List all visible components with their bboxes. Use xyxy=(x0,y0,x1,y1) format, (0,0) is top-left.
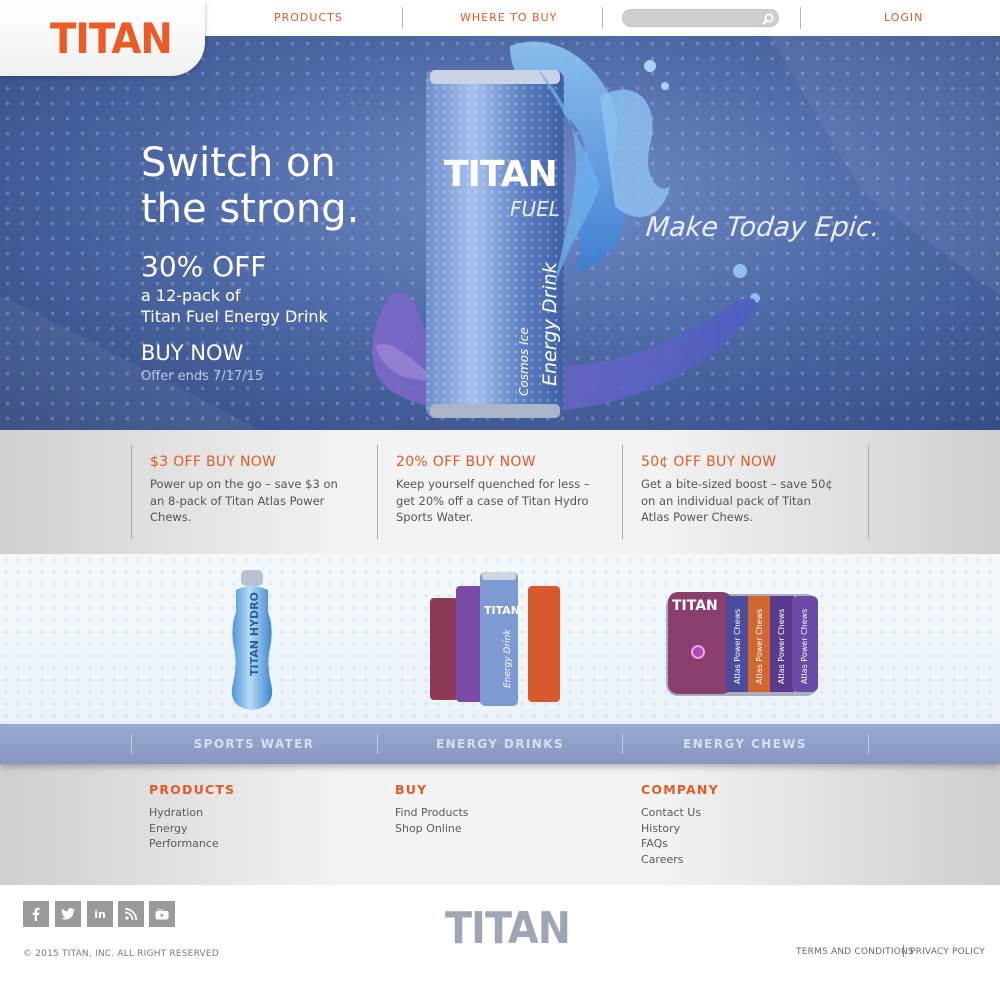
nav-divider xyxy=(402,7,403,29)
privacy-link[interactable]: PRIVACY POLICY xyxy=(910,947,985,957)
copyright-text: © 2015 TITAN, INC. ALL RIGHT RESERVED xyxy=(23,949,219,959)
footer-titan-logo[interactable]: TITAN xyxy=(445,903,571,954)
footer-link-performance[interactable]: Performance xyxy=(149,836,235,852)
promo-title[interactable]: 50¢ OFF BUY NOW xyxy=(641,454,868,470)
can-flavor-text: Cosmos Ice xyxy=(517,327,531,396)
hero-offer-desc-line1: a 12-pack of xyxy=(141,286,241,305)
footer-link-history[interactable]: History xyxy=(641,821,719,837)
promo-title[interactable]: $3 OFF BUY NOW xyxy=(150,454,377,470)
search-input[interactable] xyxy=(631,11,751,25)
promo-description: Get a bite-sized boost – save 50¢ on an … xyxy=(641,477,833,524)
footer-link-contact-us[interactable]: Contact Us xyxy=(641,805,719,821)
energy-chews-image[interactable]: TITAN Atlas Power Chews Atlas Power Chew… xyxy=(664,588,824,700)
titan-logo[interactable]: TITAN xyxy=(50,14,173,63)
product-showcase: TITAN HYDRO TITAN Energy Drink TITAN Atl… xyxy=(0,554,1000,724)
svg-text:You: You xyxy=(156,908,163,912)
can-sub-text: FUEL xyxy=(510,197,560,221)
promo-divider xyxy=(868,445,869,539)
footer-heading: PRODUCTS xyxy=(149,782,236,797)
hero-offer-description: a 12-pack of Titan Fuel Energy Drink xyxy=(141,285,401,327)
logo-tab[interactable]: TITAN xyxy=(0,0,205,76)
can-type-text: Energy Drink xyxy=(539,261,561,386)
hero-tagline: Make Today Epic. xyxy=(644,212,882,243)
footer-link-hydration[interactable]: Hydration xyxy=(149,805,235,821)
category-bar: SPORTS WATER ENERGY DRINKS ENERGY CHEWS xyxy=(0,724,1000,764)
can-logo-text: TITAN xyxy=(484,604,520,617)
promo-description: Keep yourself quenched for less – get 20… xyxy=(396,477,590,524)
nav-login[interactable]: LOGIN xyxy=(884,11,923,24)
nav-divider xyxy=(602,7,603,29)
category-energy-drinks[interactable]: ENERGY DRINKS xyxy=(377,737,623,751)
hero-offer-desc-line2: Titan Fuel Energy Drink xyxy=(141,307,328,326)
chews-label-text: Atlas Power Chews xyxy=(733,609,742,684)
chews-label-text: Atlas Power Chews xyxy=(777,609,786,684)
chews-label-text: Atlas Power Chews xyxy=(800,609,809,684)
chews-logo-text: TITAN xyxy=(672,598,718,614)
youtube-icon[interactable]: You xyxy=(149,901,175,927)
category-sports-water[interactable]: SPORTS WATER xyxy=(131,737,377,751)
hero-headline-line1: Switch on xyxy=(141,140,336,186)
chews-label-text: Atlas Power Chews xyxy=(755,609,764,684)
linkedin-icon[interactable]: in xyxy=(87,901,113,927)
nav-products[interactable]: PRODUCTS xyxy=(274,11,343,24)
promo-item[interactable]: 50¢ OFF BUY NOW Get a bite-sized boost –… xyxy=(622,445,868,539)
footer-column-products: PRODUCTS Hydration Energy Performance xyxy=(149,782,235,852)
promo-item[interactable]: $3 OFF BUY NOW Power up on the go – save… xyxy=(131,445,377,539)
footer-heading: COMPANY xyxy=(641,782,719,797)
nav-where-to-buy[interactable]: WHERE TO BUY xyxy=(460,11,557,24)
promo-item[interactable]: 20% OFF BUY NOW Keep yourself quenched f… xyxy=(377,445,623,539)
hero-offer-ends: Offer ends 7/17/15 xyxy=(141,369,264,384)
footer-link-energy[interactable]: Energy xyxy=(149,821,235,837)
footer-heading: BUY xyxy=(395,782,428,797)
footer-links: PRODUCTS Hydration Energy Performance BU… xyxy=(0,764,1000,885)
footer-link-shop-online[interactable]: Shop Online xyxy=(395,821,469,837)
nav-divider xyxy=(800,7,801,29)
footer-link-find-products[interactable]: Find Products xyxy=(395,805,469,821)
category-energy-chews[interactable]: ENERGY CHEWS xyxy=(622,737,868,751)
hero-headline: Switch on the strong. xyxy=(141,140,471,232)
rss-icon[interactable] xyxy=(118,901,144,927)
sports-water-bottle-image[interactable]: TITAN HYDRO xyxy=(222,568,282,714)
bottle-label: TITAN HYDRO xyxy=(248,592,261,676)
legal-divider xyxy=(903,945,904,957)
promo-description: Power up on the go – save $3 on an 8-pac… xyxy=(150,477,338,524)
can-label-text: Energy Drink xyxy=(503,629,513,688)
footer-link-faqs[interactable]: FAQs xyxy=(641,836,719,852)
hero-buy-now-link[interactable]: BUY NOW xyxy=(141,341,243,365)
hero-headline-line2: the strong. xyxy=(141,186,360,232)
footer-column-buy: BUY Find Products Shop Online xyxy=(395,782,469,836)
terms-link[interactable]: TERMS AND CONDITIONS xyxy=(796,947,914,957)
search-box[interactable] xyxy=(622,9,779,27)
facebook-icon[interactable] xyxy=(23,901,49,927)
footer-column-company: COMPANY Contact Us History FAQs Careers xyxy=(641,782,719,868)
site-header: TITAN PRODUCTS WHERE TO BUY LOGIN xyxy=(0,0,1000,76)
search-icon[interactable] xyxy=(761,12,775,26)
twitter-icon[interactable] xyxy=(55,901,81,927)
site-footer: in You © 2015 TITAN, INC. ALL RIGHT RESE… xyxy=(0,885,1000,987)
hero-offer: 30% OFF xyxy=(141,250,267,283)
energy-drinks-image[interactable]: TITAN Energy Drink xyxy=(426,568,566,714)
hero-banner[interactable]: TITAN FUEL Energy Drink Cosmos Ice Switc… xyxy=(0,36,1000,430)
category-divider xyxy=(868,734,869,754)
promo-strip: $3 OFF BUY NOW Power up on the go – save… xyxy=(0,430,1000,554)
promo-title[interactable]: 20% OFF BUY NOW xyxy=(396,454,623,470)
footer-link-careers[interactable]: Careers xyxy=(641,852,719,868)
